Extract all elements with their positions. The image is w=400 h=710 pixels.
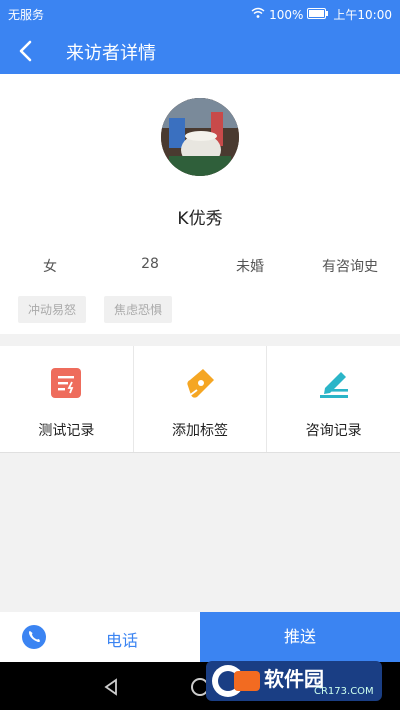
tag-item[interactable]: 冲动易怒 [18, 296, 87, 323]
consult-record-button[interactable]: 咨询记录 [267, 346, 400, 452]
watermark-emblem-icon [212, 665, 260, 697]
page-title: 来访者详情 [66, 43, 156, 64]
system-back-icon[interactable] [103, 678, 119, 700]
battery-icon [307, 7, 329, 22]
phone-label: 电话 [106, 631, 139, 650]
info-row: 女 28 未婚 有咨询史 [0, 256, 400, 276]
tag-item[interactable]: 焦虑恐惧 [104, 296, 173, 323]
wifi-icon [251, 7, 265, 22]
add-tag-icon [183, 366, 217, 400]
profile-card: K优秀 女 28 未婚 有咨询史 冲动易怒 焦虑恐惧 [0, 74, 400, 334]
test-record-icon [49, 366, 83, 400]
nav-bar: 来访者详情 [0, 28, 400, 74]
action-grid: 测试记录 添加标签 咨询记录 [0, 346, 400, 453]
bottom-action-bar: 电话 推送 [0, 612, 400, 662]
clock-text: 上午10:00 [333, 8, 392, 22]
test-record-button[interactable]: 测试记录 [0, 346, 134, 452]
phone-button[interactable]: 电话 [0, 612, 200, 662]
add-tag-label: 添加标签 [172, 423, 228, 439]
marital-value: 未婚 [236, 259, 264, 275]
tag-list: 冲动易怒 焦虑恐惧 [18, 296, 173, 323]
add-tag-button[interactable]: 添加标签 [134, 346, 268, 452]
consult-record-label: 咨询记录 [305, 423, 362, 439]
age-value: 28 [141, 256, 159, 272]
visitor-name: K优秀 [177, 209, 223, 229]
status-right: 100% 上午10:00 [251, 6, 392, 23]
status-bar: 无服务 100% 上午10:00 [0, 0, 400, 28]
battery-percent: 100% [269, 7, 304, 22]
back-arrow-icon[interactable] [12, 36, 42, 66]
gender-value: 女 [43, 259, 57, 275]
watermark-subtext: CR173.COM [314, 686, 374, 697]
phone-icon [22, 625, 46, 649]
history-value: 有咨询史 [322, 259, 378, 275]
carrier-text: 无服务 [8, 8, 45, 22]
test-record-label: 测试记录 [38, 423, 95, 439]
push-button[interactable]: 推送 [200, 612, 400, 662]
avatar[interactable] [161, 98, 239, 176]
consult-record-icon [317, 366, 351, 400]
watermark-logo: 软件园 CR173.COM [206, 661, 382, 701]
